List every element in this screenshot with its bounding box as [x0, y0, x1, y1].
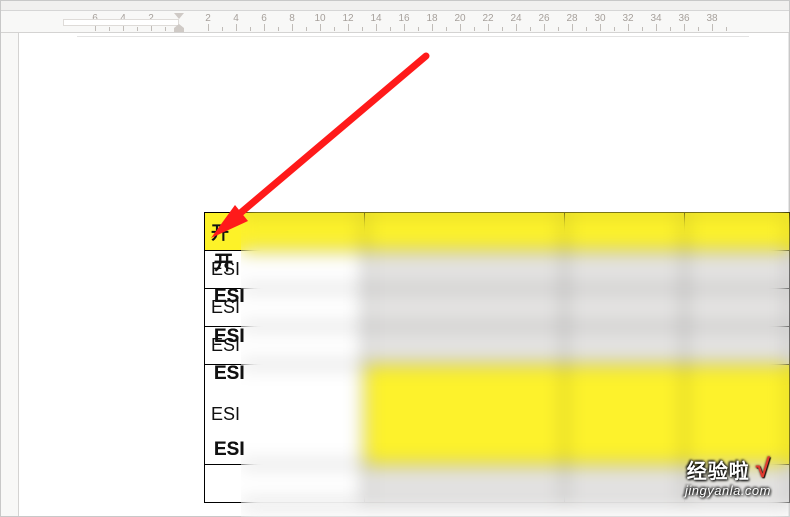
watermark-logo: 经验啦 √ jingyanla.com	[591, 454, 771, 502]
ruler-number: 20	[454, 13, 465, 24]
table-header-text: 开	[214, 248, 233, 275]
ruler-negative-segment	[63, 19, 179, 26]
ruler-number: 22	[482, 13, 493, 24]
ruler-number: 38	[706, 13, 717, 24]
ruler-number: 34	[650, 13, 661, 24]
ruler-number: 16	[398, 13, 409, 24]
watermark-text: 经验啦	[687, 455, 750, 484]
ruler-number: 24	[510, 13, 521, 24]
header-separator	[77, 36, 749, 37]
ruler-number: 12	[342, 13, 353, 24]
watermark-url: jingyanla.com	[591, 483, 771, 498]
horizontal-ruler[interactable]: 6422468101214161820222426283032343638	[1, 11, 789, 33]
ruler-number: 8	[289, 13, 295, 24]
ruler-number: 6	[261, 13, 267, 24]
ruler-number: 18	[426, 13, 437, 24]
vertical-ruler[interactable]	[1, 33, 19, 516]
ruler-number: 10	[314, 13, 325, 24]
table-row-label: ESI	[214, 439, 245, 461]
ruler-number: 14	[370, 13, 381, 24]
hanging-indent-marker[interactable]	[174, 24, 184, 32]
ruler-number: 2	[205, 13, 211, 24]
ruler-number: 30	[594, 13, 605, 24]
check-icon: √	[756, 453, 771, 484]
ruler-number: 28	[566, 13, 577, 24]
ruler-number: 26	[538, 13, 549, 24]
app-frame: 6422468101214161820222426283032343638 开 …	[0, 0, 790, 517]
first-line-indent-marker[interactable]	[174, 13, 184, 19]
ruler-number: 32	[622, 13, 633, 24]
table-row-label: ESI	[214, 363, 245, 385]
ruler-number: 36	[678, 13, 689, 24]
table-row-label: ESI	[214, 286, 245, 308]
ruler-number: 4	[233, 13, 239, 24]
table-row-label: ESI	[214, 326, 245, 348]
toolbar-strip	[1, 1, 789, 11]
